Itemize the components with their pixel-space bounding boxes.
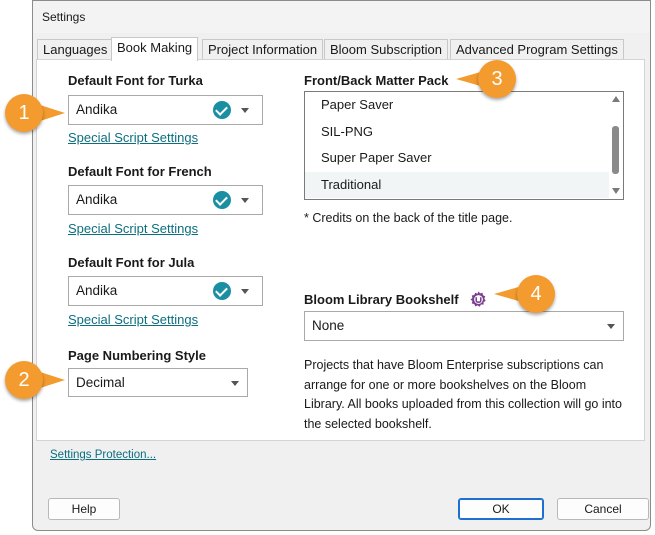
chevron-down-icon	[607, 324, 615, 329]
list-item[interactable]: Super Paper Saver	[305, 145, 609, 171]
book-making-panel: Default Font for Turka Andika Special Sc…	[36, 59, 645, 441]
listbox-scrollbar[interactable]	[609, 92, 623, 199]
check-circle-icon	[213, 101, 231, 119]
bookshelf-description: Projects that have Bloom Enterprise subs…	[304, 358, 622, 431]
scroll-down-arrow-icon[interactable]	[612, 188, 620, 194]
font-french-value: Andika	[76, 192, 118, 207]
callout-badge-3: 3	[478, 60, 516, 98]
gear-icon	[470, 291, 486, 307]
settings-protection-link[interactable]: Settings Protection...	[50, 449, 156, 461]
font-french-select[interactable]: Andika	[68, 185, 263, 215]
check-circle-icon	[213, 282, 231, 300]
callout-badge-4: 4	[517, 275, 555, 313]
font-turka-select[interactable]: Andika	[68, 95, 263, 125]
bookshelf-select[interactable]: None	[304, 311, 624, 341]
credits-note: * Credits on the back of the title page.	[304, 211, 513, 225]
callout-badge-1: 1	[5, 94, 43, 132]
title-bar: Settings	[33, 1, 650, 33]
special-script-settings-turka-link[interactable]: Special Script Settings	[68, 130, 198, 145]
special-script-settings-french-link[interactable]: Special Script Settings	[68, 221, 198, 236]
chevron-down-icon	[241, 198, 249, 203]
cancel-button[interactable]: Cancel	[557, 498, 649, 520]
font-french-label: Default Font for French	[68, 164, 212, 179]
callout-badge-2: 2	[5, 361, 43, 399]
list-item[interactable]: SIL-PNG	[305, 119, 609, 145]
list-item[interactable]: Paper Saver	[305, 92, 609, 118]
page-numbering-select[interactable]: Decimal	[68, 368, 248, 397]
tab-advanced-program-settings[interactable]: Advanced Program Settings	[450, 39, 624, 60]
font-jula-label: Default Font for Jula	[68, 255, 195, 270]
scrollbar-thumb[interactable]	[612, 126, 619, 174]
tab-book-making[interactable]: Book Making	[111, 37, 199, 61]
font-turka-label: Default Font for Turka	[68, 73, 203, 88]
page-numbering-value: Decimal	[76, 375, 125, 390]
tab-languages[interactable]: Languages	[37, 39, 114, 60]
check-circle-icon	[213, 191, 231, 209]
scroll-up-arrow-icon[interactable]	[612, 96, 620, 102]
chevron-down-icon	[241, 108, 249, 113]
matter-pack-listbox[interactable]: Paper Saver SIL-PNG Super Paper Saver Tr…	[304, 91, 624, 200]
bookshelf-label: Bloom Library Bookshelf	[304, 292, 459, 307]
bookshelf-value: None	[312, 318, 345, 333]
tab-project-information[interactable]: Project Information	[202, 39, 324, 60]
settings-dialog: Settings Languages Book Making Project I…	[32, 0, 651, 531]
chevron-down-icon	[241, 289, 249, 294]
matter-pack-label: Front/Back Matter Pack	[304, 73, 449, 88]
tab-bloom-subscription[interactable]: Bloom Subscription	[324, 39, 448, 60]
font-jula-select[interactable]: Andika	[68, 276, 263, 306]
page-numbering-label: Page Numbering Style	[68, 348, 206, 363]
window-title: Settings	[42, 10, 86, 24]
font-jula-value: Andika	[76, 283, 118, 298]
chevron-down-icon	[231, 381, 239, 386]
list-item[interactable]: Traditional	[305, 172, 609, 198]
special-script-settings-jula-link[interactable]: Special Script Settings	[68, 312, 198, 327]
font-turka-value: Andika	[76, 102, 118, 117]
help-button[interactable]: Help	[48, 498, 120, 520]
ok-button[interactable]: OK	[458, 498, 544, 520]
